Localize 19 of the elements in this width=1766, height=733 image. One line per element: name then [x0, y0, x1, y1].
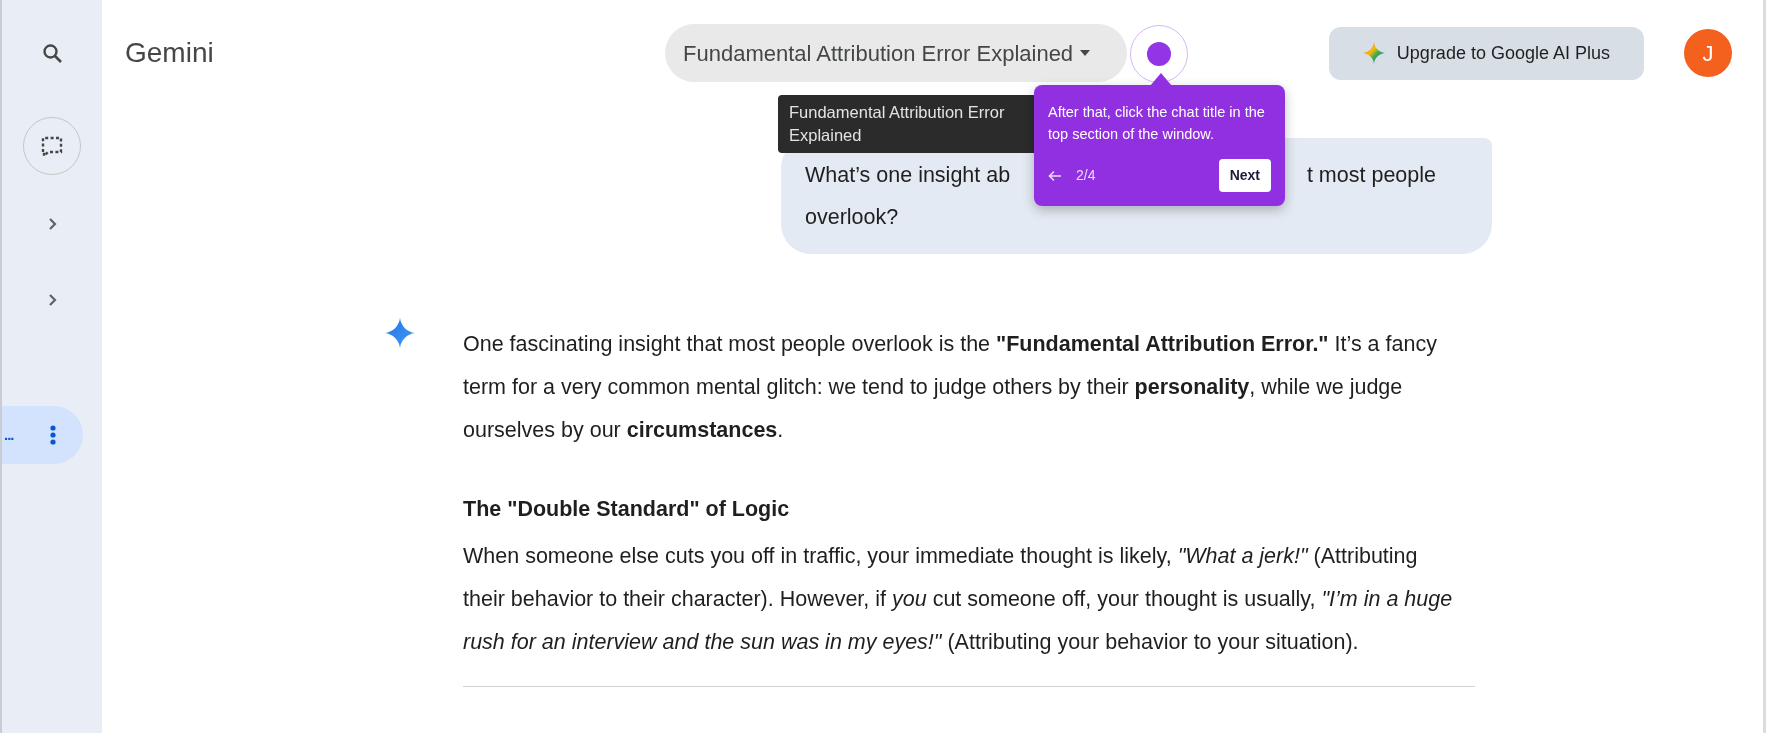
sparkle-icon	[1362, 42, 1385, 64]
step-counter: 2/4	[1076, 166, 1096, 185]
response-paragraph: One fascinating insight that most people overlook is the "Fundamental Attribution Error." It’s a fancy term for a very common mental glitch: we tend to judge others by their personality, while we judge ourselves by our circumstances.	[463, 331, 1438, 444]
search-icon[interactable]	[42, 43, 62, 63]
caret-icon	[1079, 48, 1092, 58]
response-heading: The "Double Standard" of Logic	[463, 496, 791, 523]
app-title: Gemini	[125, 36, 215, 70]
upgrade-button[interactable]: Upgrade to Google AI Plus	[1328, 26, 1644, 80]
new-chat-icon	[40, 135, 64, 157]
sparkle-icon	[385, 318, 415, 348]
chat-title-button[interactable]: Fundamental Attribution Error Explained	[665, 24, 1128, 82]
user-message-text: What’s one insight ab	[805, 162, 1011, 189]
response-paragraph: When someone else cuts you off in traffic, your immediate thought is likely, "What a jerk!" (Attributing their behavior to their character). However, if you cut someone off, your thought is usually, "I’m in a huge rush for an interview and the sun was in my eyes!" (Attributing your behavior to your situation).	[463, 543, 1454, 656]
chat-item[interactable]: ...	[2, 406, 83, 464]
next-button[interactable]: Next	[1218, 159, 1271, 192]
user-message-text: overlook?	[805, 205, 899, 229]
user-message-text: t most people	[1306, 162, 1436, 189]
back-arrow-icon[interactable]	[1048, 169, 1062, 182]
more-icon[interactable]	[49, 425, 56, 445]
